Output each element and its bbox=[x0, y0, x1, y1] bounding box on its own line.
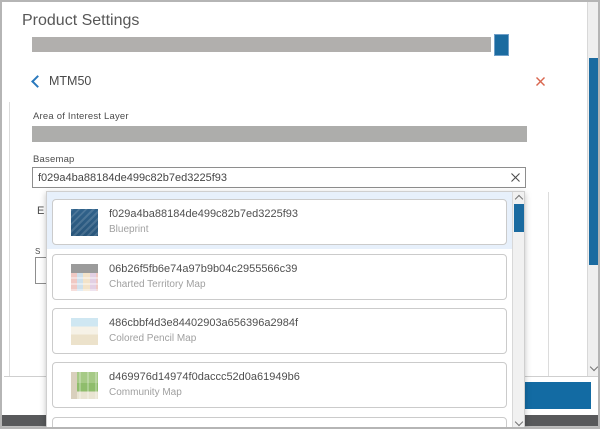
item-id: d469976d14974f0daccc52d0a61949b6 bbox=[109, 371, 300, 383]
hidden-field-label-s: S bbox=[35, 247, 40, 256]
product-settings-window: Product Settings MTM50 Area of Interest … bbox=[0, 0, 600, 429]
basemap-thumbnail-icon bbox=[71, 209, 98, 236]
basemap-thumbnail-icon bbox=[71, 264, 98, 291]
basemap-field-label: Basemap bbox=[33, 154, 75, 165]
basemap-input[interactable] bbox=[32, 167, 526, 188]
chevron-left-icon bbox=[31, 75, 44, 88]
item-id: f029a4ba88184de499c82b7ed3225f93 bbox=[109, 208, 298, 220]
close-icon[interactable] bbox=[535, 76, 546, 87]
redacted-action-button[interactable] bbox=[494, 34, 509, 56]
panel-left-border bbox=[9, 102, 10, 376]
page-scrollbar-thumb[interactable] bbox=[589, 58, 600, 265]
basemap-thumbnail-icon bbox=[71, 318, 98, 345]
item-name: Charted Territory Map bbox=[109, 279, 206, 290]
panel-right-border bbox=[548, 192, 549, 376]
list-item-community[interactable]: d469976d14974f0daccc52d0a61949b6 Communi… bbox=[52, 362, 507, 408]
basemap-thumbnail-icon bbox=[71, 372, 98, 399]
item-name: Blueprint bbox=[109, 224, 148, 235]
aoi-redacted-value-bar bbox=[32, 126, 527, 142]
page-scrollbar[interactable] bbox=[587, 2, 600, 376]
basemap-dropdown: f029a4ba88184de499c82b7ed3225f93 Bluepri… bbox=[46, 191, 525, 429]
list-item-colored-pencil[interactable]: 486cbbf4d3e84402903a656396a2984f Colored… bbox=[52, 308, 507, 354]
list-item-charted-territory[interactable]: 06b26f5fb6e74a97b9b04c2955566c39 Charted… bbox=[52, 254, 507, 300]
list-item-partial[interactable] bbox=[52, 417, 507, 429]
item-id: 486cbbf4d3e84402903a656396a2984f bbox=[109, 317, 298, 329]
dropdown-scroll-up-icon[interactable] bbox=[515, 195, 523, 203]
dropdown-scroll-down-icon[interactable] bbox=[515, 418, 523, 426]
aoi-field-label: Area of Interest Layer bbox=[33, 111, 129, 122]
clear-input-icon[interactable] bbox=[510, 172, 521, 183]
dropdown-scrollbar[interactable] bbox=[512, 192, 524, 428]
item-id: 06b26f5fb6e74a97b9b04c2955566c39 bbox=[109, 263, 297, 275]
back-link-label: MTM50 bbox=[49, 74, 91, 88]
hidden-field-label-e: E bbox=[37, 205, 44, 217]
list-item-blueprint[interactable]: f029a4ba88184de499c82b7ed3225f93 Bluepri… bbox=[52, 199, 507, 245]
back-link[interactable]: MTM50 bbox=[33, 73, 91, 89]
item-name: Community Map bbox=[109, 387, 182, 398]
page-scroll-down-icon[interactable] bbox=[590, 363, 598, 371]
dropdown-scrollbar-thumb[interactable] bbox=[514, 204, 525, 232]
item-name: Colored Pencil Map bbox=[109, 333, 196, 344]
redacted-text-bar bbox=[32, 37, 491, 52]
page-title: Product Settings bbox=[22, 12, 139, 30]
